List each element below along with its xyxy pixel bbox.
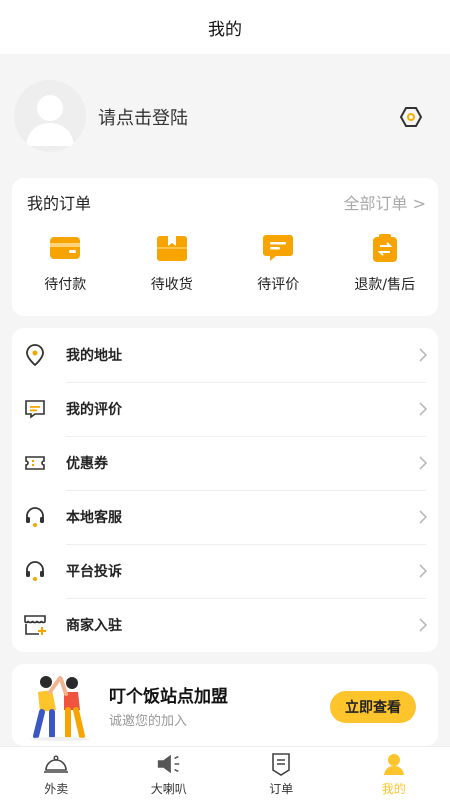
chevron-right-icon (416, 456, 430, 470)
user-icon (381, 751, 407, 777)
tab-megaphone[interactable]: 大喇叭 (113, 747, 226, 801)
order-label: 待收货 (151, 274, 193, 294)
headset-icon (22, 504, 48, 530)
comment-icon (260, 230, 296, 266)
menu-item-address[interactable]: 我的地址 (12, 328, 438, 382)
menu-item-merchant-join[interactable]: 商家入驻 (12, 598, 438, 652)
megaphone-icon (156, 751, 182, 777)
order-label: 待付款 (44, 274, 86, 294)
menu-label: 平台投诉 (66, 561, 122, 581)
store-icon (22, 612, 48, 638)
tab-takeout[interactable]: 外卖 (0, 747, 113, 801)
page-title: 我的 (208, 15, 242, 40)
menu-label: 我的地址 (66, 345, 122, 365)
franchise-banner[interactable]: 叮个饭站点加盟 诚邀您的加入 立即查看 (12, 664, 438, 746)
chevron-right-icon (416, 402, 430, 416)
order-list-icon (268, 751, 294, 777)
tab-label: 大喇叭 (151, 780, 187, 797)
menu-label: 我的评价 (66, 399, 122, 419)
tab-orders[interactable]: 订单 (225, 747, 338, 801)
location-pin-icon (22, 342, 48, 368)
order-label: 退款/售后 (354, 274, 415, 294)
my-orders-card: 我的订单 全部订单 > 待付款 待收货 (12, 178, 438, 316)
settings-menu: 我的地址 我的评价 优惠券 (12, 328, 438, 652)
order-pending-receipt[interactable]: 待收货 (119, 230, 226, 300)
order-label: 待评价 (257, 274, 299, 294)
tab-label: 我的 (382, 780, 406, 797)
high-five-illustration (22, 670, 98, 742)
bottom-tab-bar: 外卖 大喇叭 订单 我的 (0, 746, 450, 801)
order-refund[interactable]: 退款/售后 (332, 230, 439, 300)
package-icon (154, 230, 190, 266)
order-pending-payment[interactable]: 待付款 (12, 230, 119, 300)
login-prompt[interactable]: 请点击登陆 (98, 104, 188, 130)
chevron-right-icon (416, 510, 430, 524)
menu-label: 本地客服 (66, 507, 122, 527)
avatar[interactable] (14, 80, 86, 152)
menu-label: 商家入驻 (66, 615, 122, 635)
orders-title: 我的订单 (27, 190, 91, 214)
tab-mine[interactable]: 我的 (338, 747, 450, 801)
menu-item-reviews[interactable]: 我的评价 (12, 382, 438, 436)
chevron-right-icon (416, 618, 430, 632)
chevron-right-icon (416, 348, 430, 362)
banner-title: 叮个饭站点加盟 (109, 682, 228, 707)
tab-label: 订单 (269, 780, 293, 797)
headset-icon (22, 558, 48, 584)
settings-icon[interactable] (398, 104, 424, 130)
view-now-button[interactable]: 立即查看 (330, 691, 416, 723)
banner-subtitle: 诚邀您的加入 (109, 710, 187, 729)
menu-label: 优惠券 (66, 453, 108, 473)
refund-icon (367, 230, 403, 266)
coupon-icon (22, 450, 48, 476)
tab-label: 外卖 (44, 780, 68, 797)
menu-item-coupons[interactable]: 优惠券 (12, 436, 438, 490)
menu-item-local-support[interactable]: 本地客服 (12, 490, 438, 544)
order-pending-review[interactable]: 待评价 (225, 230, 332, 300)
chevron-right-icon (416, 564, 430, 578)
top-bar: 我的 (0, 0, 450, 54)
menu-item-complaint[interactable]: 平台投诉 (12, 544, 438, 598)
profile-section[interactable]: 请点击登陆 (0, 54, 450, 174)
all-orders-link[interactable]: 全部订单 > (344, 190, 427, 214)
wallet-icon (47, 230, 83, 266)
message-icon (22, 396, 48, 422)
food-cloche-icon (43, 751, 69, 777)
